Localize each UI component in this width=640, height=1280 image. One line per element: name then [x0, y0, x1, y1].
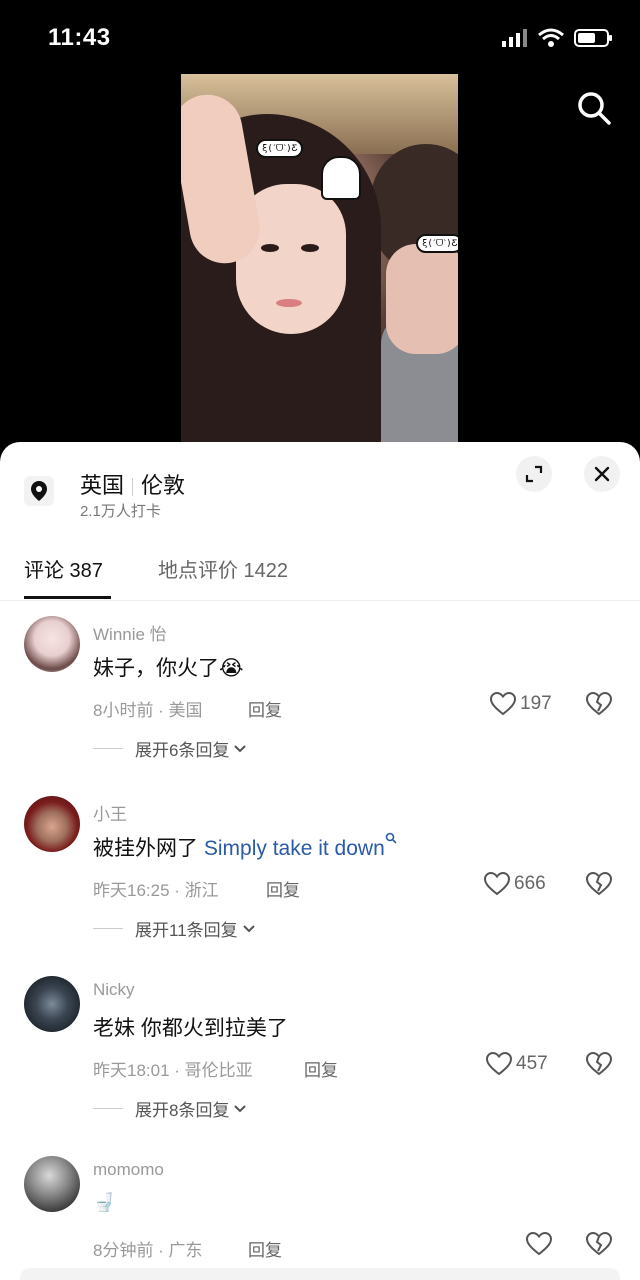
comment-text: 被挂外网了 Simply take it down	[93, 832, 397, 862]
location-title: 英国 伦敦	[80, 468, 185, 500]
video-sticker: ξ(ˊᗜˋ)Ƹ	[416, 234, 458, 253]
comment-item: Nicky 老妹 你都火到拉美了 昨天18:01 · 哥伦比亚 回复 457 展…	[0, 976, 640, 1156]
reply-button[interactable]: 回复	[248, 1236, 282, 1261]
expand-replies-button[interactable]: 展开8条回复	[93, 1096, 247, 1121]
tab-bar: 评论 387 地点评价 1422	[0, 554, 640, 601]
chevron-down-icon	[234, 744, 247, 752]
comment-username[interactable]: Winnie 怡	[93, 620, 167, 645]
signal-icon	[502, 29, 527, 47]
comment-text-body: 被挂外网了	[93, 837, 204, 860]
avatar[interactable]	[24, 1156, 80, 1212]
like-button[interactable]: 197	[490, 692, 552, 716]
like-button[interactable]: 457	[486, 1052, 548, 1076]
expand-icon	[525, 465, 543, 483]
video-sticker: ξ(ˊᗜˋ)Ƹ	[256, 139, 304, 158]
comment-meta: 8分钟前 · 广东	[93, 1241, 203, 1260]
status-bar: 11:43	[0, 0, 640, 76]
divider	[93, 1108, 123, 1109]
broken-heart-icon[interactable]	[586, 872, 612, 896]
search-icon[interactable]	[385, 832, 397, 844]
comment-item: momomo 🚽 8分钟前 · 广东 回复	[0, 1156, 640, 1280]
expand-replies-label: 展开6条回复	[135, 741, 230, 760]
comment-item: Winnie 怡 妹子，你火了😭 8小时前 · 美国 回复 197 展开6条回复	[0, 616, 640, 796]
video-hat-sticker	[321, 156, 361, 200]
avatar[interactable]	[24, 796, 80, 852]
chevron-down-icon	[242, 924, 255, 932]
active-tab-indicator	[24, 596, 111, 599]
broken-heart-icon[interactable]	[586, 1052, 612, 1076]
comment-input-bar[interactable]	[20, 1268, 620, 1280]
expand-button[interactable]	[516, 456, 552, 492]
comment-item: 小王 被挂外网了 Simply take it down 昨天16:25 · 浙…	[0, 796, 640, 976]
location-city: 伦敦	[141, 473, 186, 498]
comment-username[interactable]: Nicky	[93, 980, 135, 1000]
comment-text: 老妹 你都火到拉美了	[93, 1017, 288, 1040]
video-lips	[276, 299, 302, 307]
divider	[132, 478, 134, 497]
crying-emoji: 😭	[219, 657, 244, 680]
location-country: 英国	[80, 473, 125, 498]
heart-icon	[486, 1052, 512, 1076]
tab-comments[interactable]: 评论 387	[24, 554, 103, 583]
heart-icon	[526, 1232, 552, 1256]
comment-username[interactable]: 小王	[93, 800, 127, 825]
heart-icon	[484, 872, 510, 896]
video-frame[interactable]: ξ(ˊᗜˋ)Ƹ ξ(ˊᗜˋ)Ƹ	[181, 74, 458, 454]
tab-place-reviews[interactable]: 地点评价 1422	[158, 554, 288, 583]
like-count: 457	[516, 1053, 548, 1074]
comment-meta: 8小时前 · 美国	[93, 701, 203, 720]
close-icon	[594, 466, 610, 482]
avatar[interactable]	[24, 616, 80, 672]
divider	[93, 928, 123, 929]
expand-replies-button[interactable]: 展开6条回复	[93, 736, 247, 761]
search-icon[interactable]	[574, 88, 614, 128]
comment-username[interactable]: momomo	[93, 1160, 164, 1180]
like-button[interactable]	[526, 1232, 552, 1256]
checkin-count: 2.1万人打卡	[80, 503, 161, 520]
like-count: 197	[520, 693, 552, 714]
video-eye	[301, 244, 319, 252]
status-time: 11:43	[48, 24, 111, 51]
comment-text-body: 妹子，你火了	[93, 657, 219, 680]
expand-replies-label: 展开8条回复	[135, 1101, 230, 1120]
avatar[interactable]	[24, 976, 80, 1032]
location-pin-icon	[24, 476, 54, 506]
expand-replies-button[interactable]: 展开11条回复	[93, 916, 256, 941]
battery-icon	[574, 29, 612, 47]
comment-meta: 昨天16:25 · 浙江	[93, 881, 219, 900]
video-eye	[261, 244, 279, 252]
broken-heart-icon[interactable]	[586, 1232, 612, 1256]
comment-sheet: 英国 伦敦 2.1万人打卡 评论 387 地点评价 1422 Winnie 怡 妹…	[0, 442, 640, 1280]
comment-meta: 昨天18:01 · 哥伦比亚	[93, 1061, 253, 1080]
divider	[93, 748, 123, 749]
reply-button[interactable]: 回复	[248, 696, 282, 721]
comment-text: 🚽	[93, 1192, 116, 1212]
like-button[interactable]: 666	[484, 872, 546, 896]
video-person-face	[386, 244, 458, 354]
search-link[interactable]: Simply take it down	[204, 837, 385, 860]
broken-heart-icon[interactable]	[586, 692, 612, 716]
heart-icon	[490, 692, 516, 716]
expand-replies-label: 展开11条回复	[135, 921, 238, 940]
comment-text: 妹子，你火了😭	[93, 652, 244, 682]
close-button[interactable]	[584, 456, 620, 492]
wifi-icon	[538, 28, 564, 47]
reply-button[interactable]: 回复	[266, 876, 300, 901]
status-icons	[502, 28, 614, 48]
chevron-down-icon	[234, 1104, 247, 1112]
reply-button[interactable]: 回复	[304, 1056, 338, 1081]
like-count: 666	[514, 873, 546, 894]
